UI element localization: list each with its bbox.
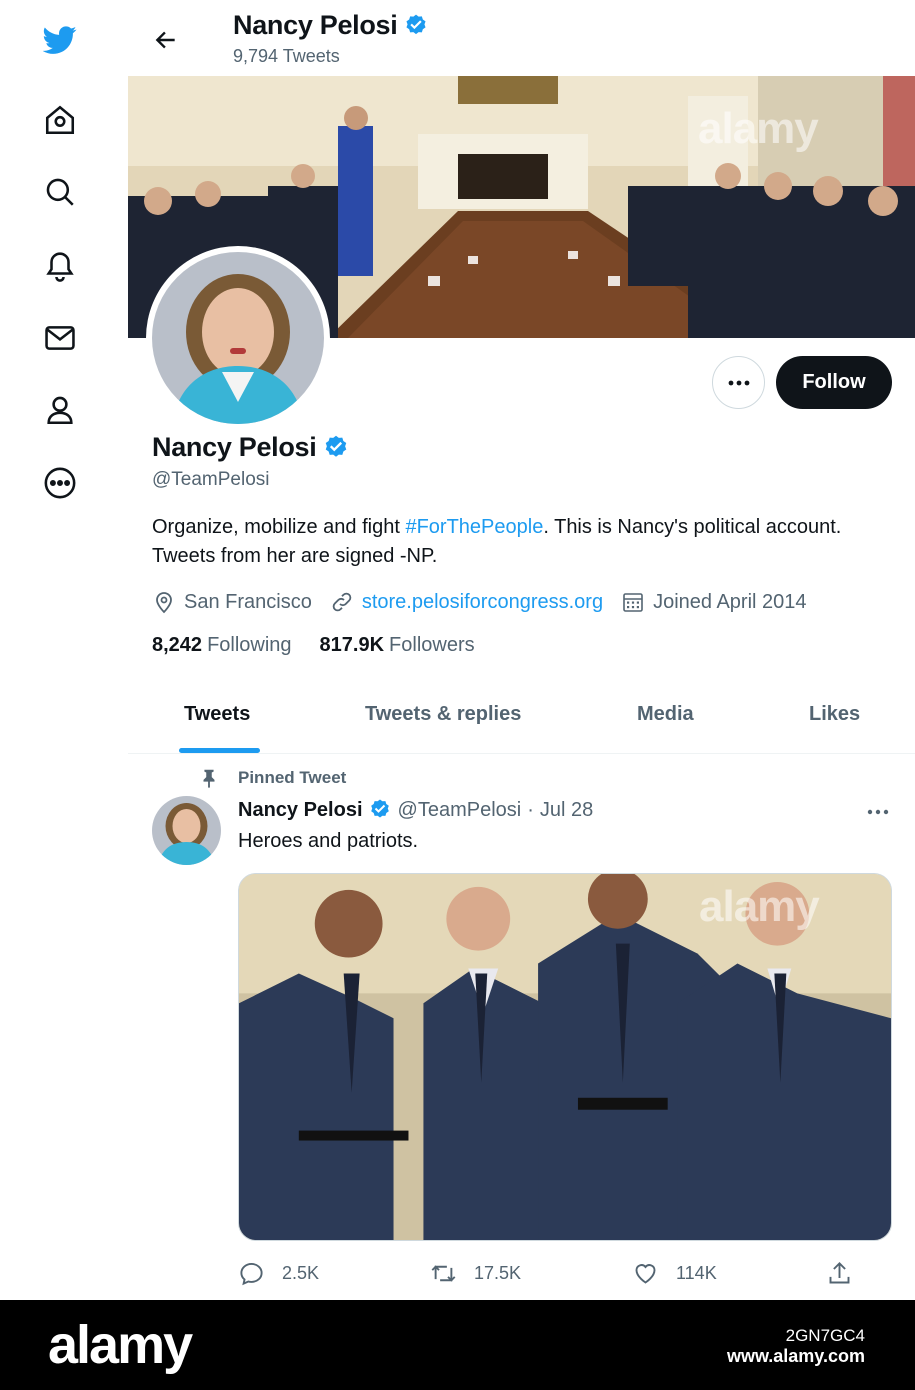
- tweet-header: Nancy Pelosi @TeamPelosi · Jul 28: [238, 798, 593, 822]
- verified-badge-icon: [326, 435, 347, 457]
- ellipsis-icon: [867, 809, 889, 815]
- link-icon: [332, 592, 352, 612]
- tweet-actions: 2.5K 17.5K 114K: [238, 1260, 858, 1290]
- more-circle-icon[interactable]: [38, 461, 82, 505]
- tweet-author-name[interactable]: Nancy Pelosi: [238, 799, 363, 822]
- search-icon[interactable]: [38, 170, 82, 214]
- following-stat[interactable]: 8,242 Following: [152, 634, 292, 657]
- like-button[interactable]: 114K: [632, 1260, 717, 1287]
- ellipsis-icon: [728, 380, 749, 385]
- home-icon[interactable]: [38, 98, 82, 142]
- tweet-media-image[interactable]: alamy: [238, 873, 892, 1241]
- profile-header-bar: Nancy Pelosi 9,794 Tweets: [128, 0, 915, 76]
- tweet-avatar-image: [152, 796, 221, 865]
- tweet-separator: ·: [527, 798, 534, 821]
- profile-meta: San Francisco store.pelosiforcongress.or…: [152, 588, 825, 616]
- active-tab-indicator: [179, 748, 260, 753]
- join-date: Joined April 2014: [621, 590, 807, 614]
- watermark-text-media: alamy: [699, 882, 820, 931]
- sidebar-nav: [0, 0, 120, 520]
- share-icon: [829, 1262, 850, 1284]
- alamy-logo: alamy: [48, 1315, 193, 1375]
- verified-badge-icon: [406, 14, 427, 34]
- heart-icon: [635, 1264, 656, 1284]
- website-link[interactable]: store.pelosiforcongress.org: [362, 591, 603, 614]
- tab-tweets[interactable]: Tweets: [184, 703, 250, 726]
- mail-icon[interactable]: [38, 316, 82, 360]
- tweet-author-handle[interactable]: @TeamPelosi: [398, 799, 522, 822]
- back-arrow-icon[interactable]: [148, 22, 184, 58]
- tweet-more-button[interactable]: [862, 800, 894, 824]
- pinned-label: Pinned Tweet: [198, 767, 346, 789]
- tab-media[interactable]: Media: [637, 703, 694, 726]
- twitter-logo-icon[interactable]: [38, 18, 82, 62]
- tweet-avatar[interactable]: [152, 796, 221, 865]
- profile-bio: Organize, mobilize and fight #ForThePeop…: [152, 516, 842, 567]
- verified-badge-icon: [370, 799, 389, 818]
- more-options-button[interactable]: [712, 356, 765, 409]
- profile-avatar[interactable]: [146, 246, 330, 430]
- follow-button[interactable]: Follow: [776, 356, 892, 409]
- tab-likes[interactable]: Likes: [809, 703, 860, 726]
- tweet-count: 9,794 Tweets: [233, 46, 340, 66]
- alamy-url: www.alamy.com: [726, 1346, 865, 1366]
- bell-icon[interactable]: [38, 243, 82, 287]
- share-button[interactable]: [826, 1260, 870, 1287]
- reply-icon: [240, 1262, 263, 1286]
- hashtag-link[interactable]: #ForThePeople: [405, 516, 543, 538]
- calendar-icon: [623, 593, 643, 612]
- website[interactable]: store.pelosiforcongress.org: [330, 590, 603, 614]
- profile-tabs: Tweets Tweets & replies Media Likes: [128, 686, 915, 754]
- profile-icon[interactable]: [38, 388, 82, 432]
- location: San Francisco: [152, 590, 312, 614]
- alamy-footer: alamy 2GN7GC4 www.alamy.com: [0, 1300, 915, 1390]
- followers-stat[interactable]: 817.9K Followers: [320, 634, 475, 657]
- watermark-text: alamy: [698, 104, 819, 153]
- profile-name: Nancy Pelosi: [152, 432, 350, 463]
- profile-handle: @TeamPelosi: [152, 469, 270, 490]
- tab-tweets-replies[interactable]: Tweets & replies: [365, 703, 521, 726]
- location-pin-icon: [156, 592, 172, 614]
- pin-icon: [203, 769, 215, 789]
- header-title: Nancy Pelosi: [233, 10, 429, 41]
- reply-button[interactable]: 2.5K: [238, 1260, 319, 1287]
- tweet-date[interactable]: Jul 28: [540, 799, 593, 822]
- retweet-button[interactable]: 17.5K: [430, 1260, 521, 1287]
- avatar-image: [152, 252, 324, 424]
- retweet-icon: [431, 1265, 456, 1282]
- tweet-text: Heroes and patriots.: [238, 830, 419, 852]
- follow-stats: 8,242 Following 817.9K Followers: [152, 634, 503, 657]
